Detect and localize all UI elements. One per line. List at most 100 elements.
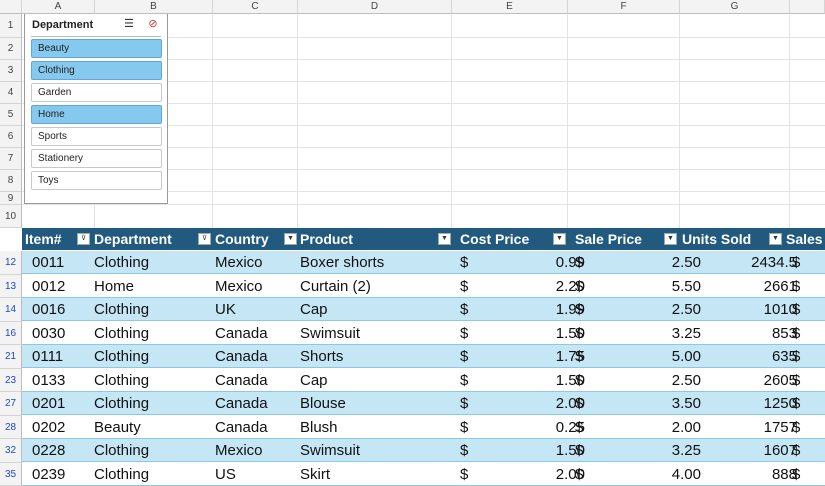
clear-filter-icon[interactable]: ⊘ — [145, 17, 161, 31]
cell-sale[interactable]: 5.50 — [607, 275, 701, 298]
cell-product[interactable]: Swimsuit — [300, 322, 360, 345]
cell-dept[interactable]: Clothing — [94, 298, 149, 321]
cell-country[interactable]: Canada — [215, 416, 268, 439]
filter-dropdown-icon[interactable]: ⊽ — [198, 233, 211, 245]
cell-dept[interactable]: Clothing — [94, 251, 149, 274]
cell-dept[interactable]: Clothing — [94, 392, 149, 415]
cell-sale[interactable]: 4.00 — [607, 463, 701, 486]
cell-units[interactable]: 2661 — [702, 275, 797, 298]
cell-dept[interactable]: Clothing — [94, 463, 149, 486]
cell-product[interactable]: Shorts — [300, 345, 343, 368]
cell-product[interactable]: Skirt — [300, 463, 330, 486]
row-header-13[interactable]: 13 — [0, 275, 22, 299]
row-header-28[interactable]: 28 — [0, 416, 22, 440]
cell-dept[interactable]: Clothing — [94, 439, 149, 462]
cell-cost[interactable]: 0.99 — [490, 251, 585, 274]
table-row[interactable]: 0016ClothingUKCap1.992.501010$$$ — [22, 298, 825, 321]
cell-item[interactable]: 0011 — [25, 251, 64, 274]
table-row[interactable]: 0239ClothingUSSkirt2.004.00888$$$ — [22, 463, 825, 486]
row-header-27[interactable]: 27 — [0, 392, 22, 416]
cell-item[interactable]: 0133 — [25, 369, 65, 392]
row-header-9[interactable]: 9 — [0, 192, 22, 205]
cell-product[interactable]: Cap — [300, 298, 328, 321]
slicer-item-beauty[interactable]: Beauty — [31, 39, 162, 58]
cell-sale[interactable]: 3.50 — [607, 392, 701, 415]
slicer-item-clothing[interactable]: Clothing — [31, 61, 162, 80]
cell-sale[interactable]: 2.50 — [607, 251, 701, 274]
cell-sale[interactable]: 2.50 — [607, 369, 701, 392]
cell-country[interactable]: US — [215, 463, 236, 486]
filter-dropdown-icon[interactable]: ▼ — [553, 233, 566, 245]
cell-cost[interactable]: 1.50 — [490, 439, 585, 462]
row-header-12[interactable]: 12 — [0, 251, 22, 275]
slicer-item-stationery[interactable]: Stationery — [31, 149, 162, 168]
table-row[interactable]: 0012HomeMexicoCurtain (2)2.205.502661$$$ — [22, 275, 825, 298]
slicer-item-home[interactable]: Home — [31, 105, 162, 124]
row-header-6[interactable]: 6 — [0, 126, 22, 148]
cell-country[interactable]: Canada — [215, 345, 268, 368]
multi-select-icon[interactable]: ☰ — [121, 17, 137, 31]
select-all-corner[interactable] — [0, 0, 22, 14]
cell-country[interactable]: Canada — [215, 369, 268, 392]
filter-dropdown-icon[interactable]: ▼ — [664, 233, 677, 245]
cell-units[interactable]: 888 — [702, 463, 797, 486]
cell-item[interactable]: 0016 — [25, 298, 65, 321]
column-header-h[interactable] — [790, 0, 825, 14]
column-header-c[interactable]: C — [213, 0, 298, 14]
cell-units[interactable]: 2434.5 — [702, 251, 797, 274]
cell-units[interactable]: 1607 — [702, 439, 797, 462]
slicer-item-sports[interactable]: Sports — [31, 127, 162, 146]
column-header-a[interactable]: A — [22, 0, 95, 14]
cell-sale[interactable]: 5.00 — [607, 345, 701, 368]
cell-units[interactable]: 1757 — [702, 416, 797, 439]
cell-cost[interactable]: 1.50 — [490, 369, 585, 392]
cell-country[interactable]: Canada — [215, 322, 268, 345]
cell-cost[interactable]: 0.25 — [490, 416, 585, 439]
row-header-16[interactable]: 16 — [0, 322, 22, 346]
row-header-4[interactable]: 4 — [0, 82, 22, 104]
table-row[interactable]: 0111ClothingCanadaShorts1.755.00635$$$ — [22, 345, 825, 368]
cell-country[interactable]: Mexico — [215, 439, 263, 462]
cell-sale[interactable]: 2.00 — [607, 416, 701, 439]
column-header-d[interactable]: D — [298, 0, 452, 14]
row-header-23[interactable]: 23 — [0, 369, 22, 393]
cell-units[interactable]: 2605 — [702, 369, 797, 392]
cell-item[interactable]: 0201 — [25, 392, 65, 415]
cell-sale[interactable]: 3.25 — [607, 439, 701, 462]
cell-units[interactable]: 853 — [702, 322, 797, 345]
column-header-f[interactable]: F — [568, 0, 680, 14]
cell-country[interactable]: UK — [215, 298, 236, 321]
cell-item[interactable]: 0202 — [25, 416, 65, 439]
table-row[interactable]: 0011 Clothing Mexico Boxer shorts 0.99 2.5024… — [22, 251, 825, 274]
cell-item[interactable]: 0012 — [25, 275, 65, 298]
cell-item[interactable]: 0239 — [25, 463, 65, 486]
row-header-35[interactable]: 35 — [0, 463, 22, 486]
column-header-b[interactable]: B — [95, 0, 213, 14]
cell-product[interactable]: Boxer shorts — [300, 251, 384, 274]
cell-product[interactable]: Cap — [300, 369, 328, 392]
row-header-8[interactable]: 8 — [0, 170, 22, 192]
cell-item[interactable]: 0030 — [25, 322, 65, 345]
cell-cost[interactable]: 1.50 — [490, 322, 585, 345]
cell-item[interactable]: 0111 — [25, 345, 63, 368]
cell-country[interactable]: Canada — [215, 392, 268, 415]
cell-product[interactable]: Blouse — [300, 392, 346, 415]
cell-product[interactable]: Swimsuit — [300, 439, 360, 462]
cell-dept[interactable]: Home — [94, 275, 134, 298]
cell-dept[interactable]: Beauty — [94, 416, 141, 439]
cell-cost[interactable]: 2.00 — [490, 392, 585, 415]
cell-cost[interactable]: 1.75 — [490, 345, 585, 368]
row-header-5[interactable]: 5 — [0, 104, 22, 126]
cell-units[interactable]: 635 — [702, 345, 797, 368]
row-header-32[interactable]: 32 — [0, 439, 22, 463]
row-header-21[interactable]: 21 — [0, 345, 22, 369]
column-header-g[interactable]: G — [680, 0, 790, 14]
row-header-2[interactable]: 2 — [0, 38, 22, 60]
row-header-3[interactable]: 3 — [0, 60, 22, 82]
cell-country[interactable]: Mexico — [215, 251, 263, 274]
slicer-item-toys[interactable]: Toys — [31, 171, 162, 190]
filter-dropdown-icon[interactable]: ▼ — [438, 233, 451, 245]
cell-product[interactable]: Curtain (2) — [300, 275, 371, 298]
cell-cost[interactable]: 2.00 — [490, 463, 585, 486]
cell-country[interactable]: Mexico — [215, 275, 263, 298]
